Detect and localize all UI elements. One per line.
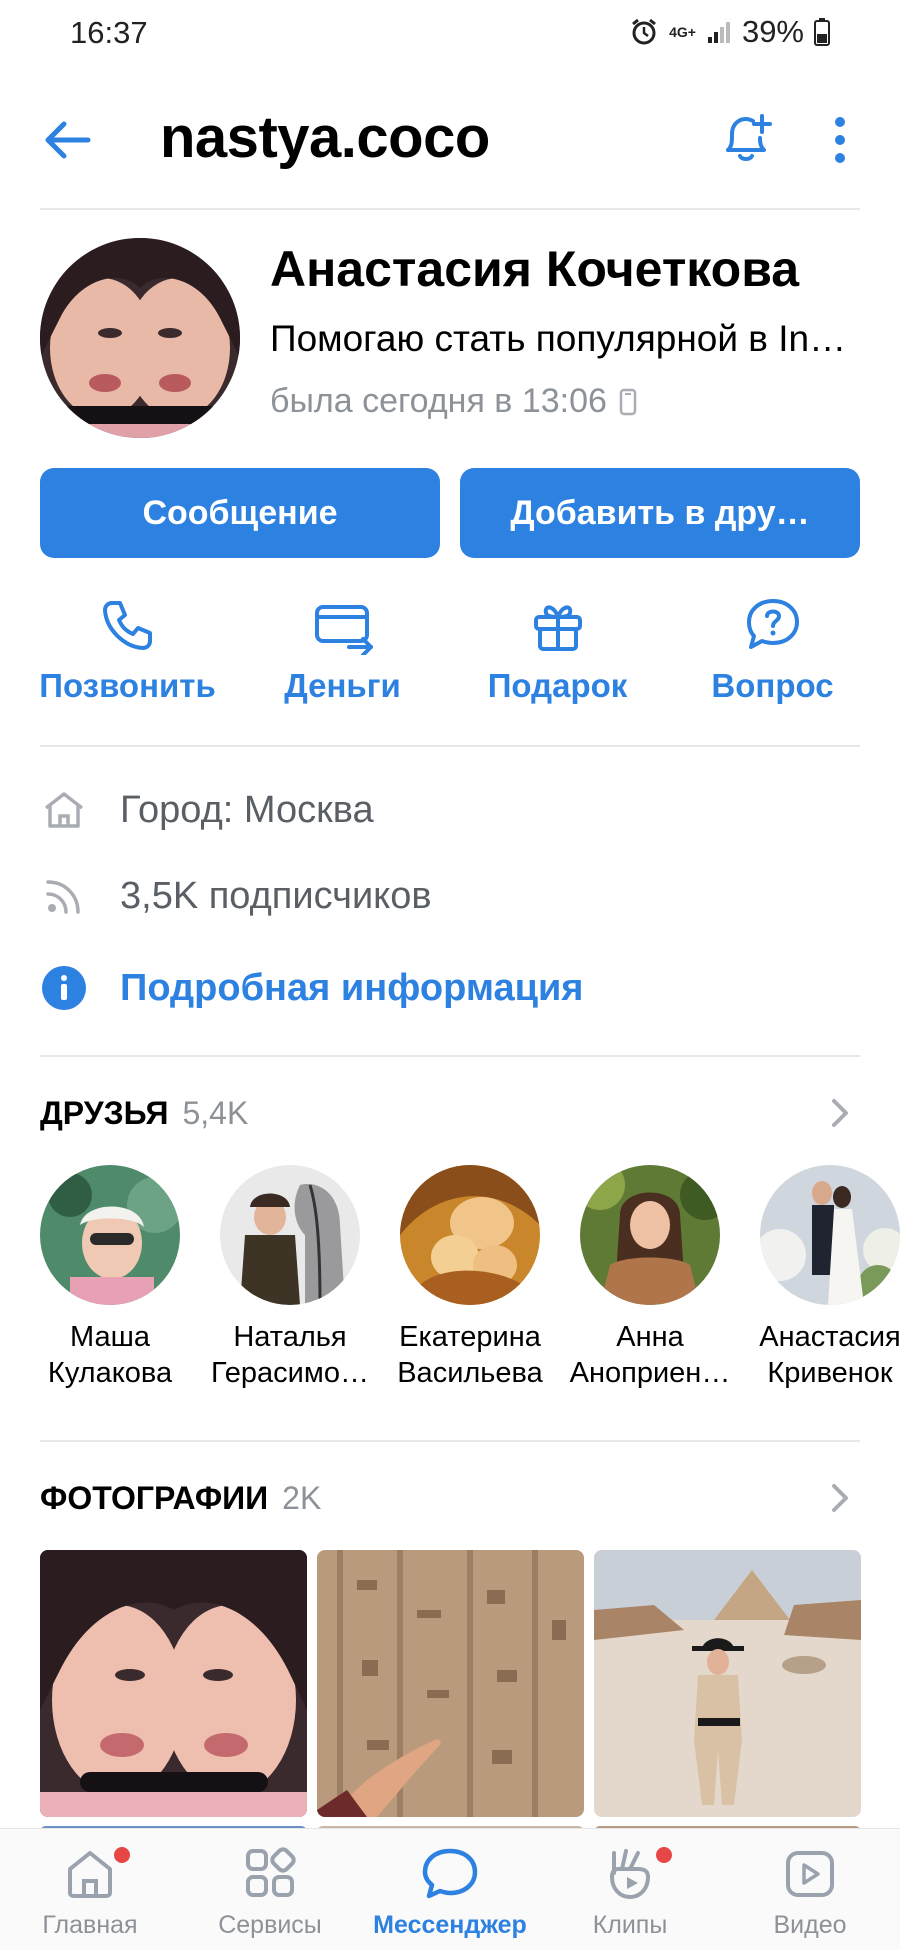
last-seen: была сегодня в 13:06 [270, 382, 637, 421]
photos-count: 2K [282, 1480, 322, 1516]
battery-percent: 39% [741, 14, 804, 49]
quick-action-gift[interactable]: Подарок [450, 595, 665, 715]
nav-messenger[interactable]: Мессенджер [360, 1843, 540, 1940]
friend-first-name: Анна [616, 1321, 684, 1353]
notification-dot [114, 1847, 130, 1863]
friend-avatar [400, 1165, 540, 1305]
friend-first-name: Наталья [233, 1321, 347, 1353]
quick-action-label: Подарок [487, 667, 628, 704]
notification-dot [656, 1847, 672, 1863]
alarm-icon [632, 18, 657, 45]
add-friend-button[interactable]: Добавить в дру… [460, 468, 860, 558]
friend-item[interactable]: Маша Кулакова [20, 1165, 200, 1391]
quick-action-label: Позвонить [39, 667, 216, 704]
quick-action-money[interactable]: Деньги [235, 595, 450, 715]
services-grid-icon [246, 1847, 296, 1897]
divider [40, 1055, 860, 1057]
friend-last-name: Кривенок [767, 1357, 893, 1389]
quick-action-call[interactable]: Позвонить [20, 595, 235, 715]
last-seen-text: была сегодня в 13:06 [270, 382, 607, 420]
friend-item[interactable]: Анна Аноприен… [560, 1165, 740, 1391]
photo-thumbnail[interactable] [40, 1550, 307, 1817]
photo-thumbnail[interactable] [317, 1550, 584, 1817]
details-link[interactable]: Подробная информация [120, 967, 583, 1010]
friends-title: ДРУЗЬЯ [40, 1095, 169, 1131]
money-card-icon [314, 605, 373, 655]
profile-name: Анастасия Кочеткова [270, 241, 800, 297]
nav-clips[interactable]: Клипы [540, 1843, 720, 1940]
friend-first-name: Маша [69, 1321, 150, 1353]
photos-section-header[interactable]: ФОТОГРАФИИ 2K [40, 1480, 321, 1517]
friend-first-name: Екатерина [399, 1321, 541, 1353]
network-type: 4G+ [669, 24, 696, 40]
friend-item[interactable]: Наталья Герасимо… [200, 1165, 380, 1391]
rss-followers-icon [40, 872, 88, 920]
home-icon [68, 1851, 112, 1898]
quick-action-label: Вопрос [711, 667, 834, 704]
status-icons: 4G+ 39% [629, 14, 830, 50]
friend-item[interactable]: Анастасия Кривенок [740, 1165, 900, 1391]
friend-avatar [40, 1165, 180, 1305]
gift-icon [533, 605, 582, 651]
friend-avatar [580, 1165, 720, 1305]
battery-icon [814, 18, 830, 46]
profile-avatar[interactable] [40, 238, 240, 438]
bottom-navigation: Главная Сервисы Мессенджер Клипы Видео [0, 1828, 900, 1950]
divider [40, 745, 860, 747]
divider [40, 208, 860, 210]
quick-action-question[interactable]: Вопрос [665, 595, 880, 715]
friend-last-name: Аноприен… [569, 1357, 731, 1389]
friend-item[interactable]: Екатерина Васильева [380, 1165, 560, 1391]
profile-header: nastya.coco [0, 90, 900, 190]
message-button[interactable]: Сообщение [40, 468, 440, 558]
friend-first-name: Анастасия [759, 1321, 900, 1353]
divider [40, 1440, 860, 1442]
chevron-right-icon[interactable] [828, 1095, 852, 1131]
nav-label: Видео [773, 1911, 847, 1939]
chevron-right-icon[interactable] [828, 1480, 852, 1516]
status-bar: 16:37 4G+ 39% [0, 0, 900, 70]
friend-last-name: Васильева [397, 1357, 543, 1389]
video-icon [786, 1851, 834, 1897]
subscribe-bell-icon[interactable] [716, 108, 776, 168]
followers-text: 3,5K подписчиков [120, 874, 432, 917]
nav-label: Клипы [592, 1911, 668, 1939]
nav-label: Мессенджер [373, 1911, 527, 1939]
photo-thumbnail[interactable] [594, 1550, 861, 1817]
friends-section-header[interactable]: ДРУЗЬЯ 5,4K [40, 1095, 248, 1132]
nav-label: Главная [42, 1911, 138, 1939]
friend-avatar [220, 1165, 360, 1305]
photos-title: ФОТОГРАФИИ [40, 1480, 269, 1516]
profile-status[interactable]: Помогаю стать популярной в Instagram [270, 318, 860, 360]
friend-last-name: Кулакова [47, 1357, 173, 1389]
phone-icon [102, 601, 152, 650]
city-row: Город: Москва [40, 780, 860, 840]
details-row[interactable]: Подробная информация [40, 958, 860, 1018]
friends-count: 5,4K [182, 1095, 249, 1131]
nav-services[interactable]: Сервисы [180, 1843, 360, 1940]
more-vertical-icon[interactable] [826, 110, 854, 170]
friend-last-name: Герасимо… [211, 1357, 369, 1389]
status-time: 16:37 [70, 15, 148, 50]
signal-icon [707, 22, 730, 43]
nav-home[interactable]: Главная [0, 1843, 180, 1940]
nav-label: Сервисы [218, 1911, 322, 1939]
quick-action-label: Деньги [284, 667, 401, 704]
back-arrow-icon[interactable] [40, 112, 96, 168]
followers-row[interactable]: 3,5K подписчиков [40, 866, 860, 926]
messenger-bubble-icon [422, 1848, 478, 1899]
mobile-phone-icon [619, 388, 637, 415]
question-bubble-icon [746, 599, 799, 649]
friend-avatar [760, 1165, 900, 1305]
nav-video[interactable]: Видео [720, 1843, 900, 1940]
home-outline-icon [40, 786, 88, 834]
page-title: nastya.coco [160, 105, 490, 170]
info-icon [40, 964, 88, 1012]
clips-icon [609, 1849, 651, 1900]
city-text: Город: Москва [120, 788, 374, 831]
